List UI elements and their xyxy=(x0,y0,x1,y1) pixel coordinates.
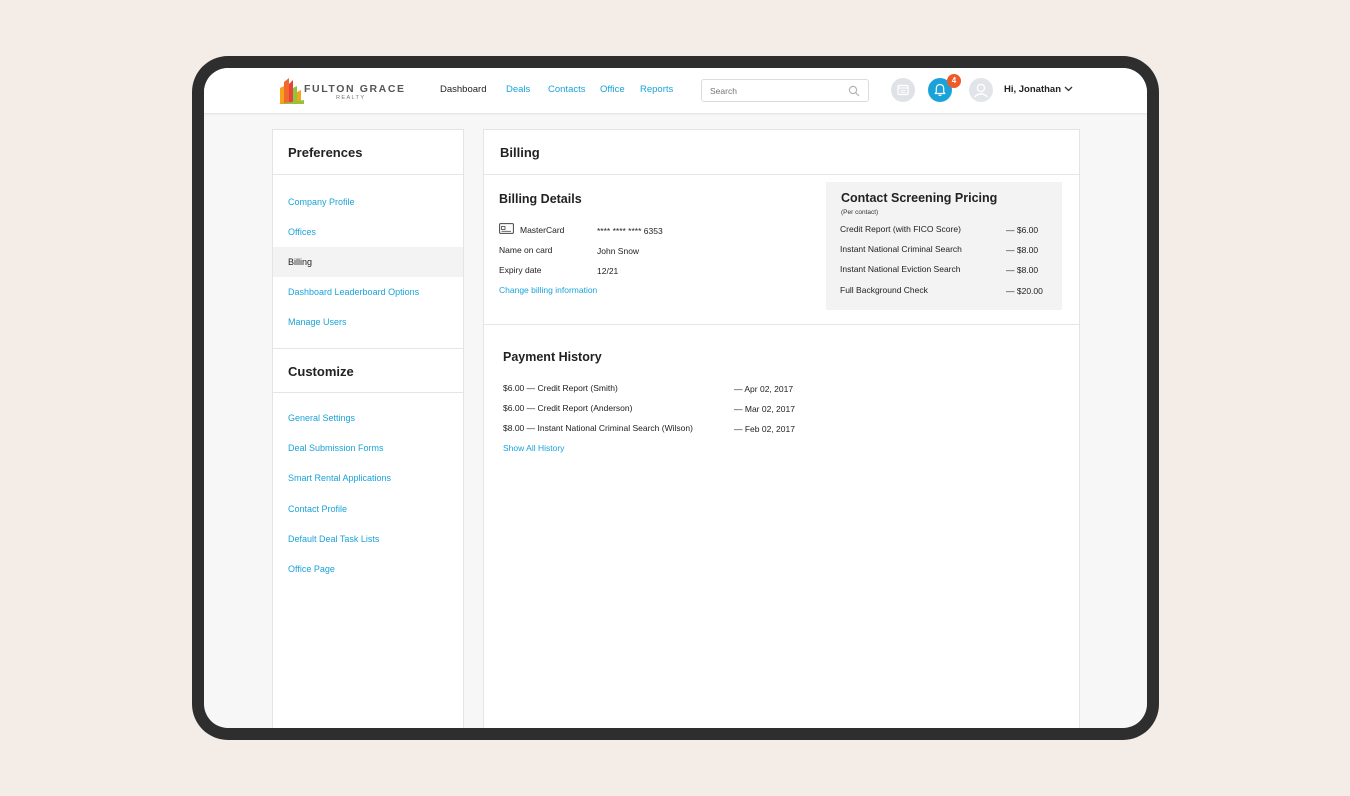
customize-title: Customize xyxy=(288,364,354,379)
change-billing-link[interactable]: Change billing information xyxy=(499,285,597,295)
payment-history-date: — Feb 02, 2017 xyxy=(734,424,795,434)
pricing-item-price: — $20.00 xyxy=(1006,286,1043,296)
divider xyxy=(273,348,463,349)
calendar-icon xyxy=(897,84,909,96)
chevron-down-icon[interactable] xyxy=(1064,86,1073,92)
sidebar-item-smart-rental-applications[interactable]: Smart Rental Applications xyxy=(273,463,463,493)
tablet-frame: FULTON GRACE REALTY Dashboard Deals Cont… xyxy=(192,56,1159,740)
preferences-title: Preferences xyxy=(288,145,363,160)
divider xyxy=(273,174,463,175)
card-number: **** **** **** 6353 xyxy=(597,226,663,236)
payment-history-item: $8.00 — Instant National Criminal Search… xyxy=(503,423,693,433)
app-screen: FULTON GRACE REALTY Dashboard Deals Cont… xyxy=(204,68,1147,728)
pricing-item-label: Credit Report (with FICO Score) xyxy=(840,224,961,234)
nav-dashboard[interactable]: Dashboard xyxy=(440,84,486,95)
notification-count-badge: 4 xyxy=(947,74,961,88)
pricing-item-price: — $8.00 xyxy=(1006,265,1039,275)
divider xyxy=(484,174,1079,175)
sidebar-item-company-profile[interactable]: Company Profile xyxy=(273,187,463,217)
name-on-card-label: Name on card xyxy=(499,245,553,255)
sidebar-item-general-settings[interactable]: General Settings xyxy=(273,403,463,433)
nav-deals[interactable]: Deals xyxy=(506,84,530,95)
expiry-date-value: 12/21 xyxy=(597,266,619,276)
name-on-card-value: John Snow xyxy=(597,246,640,256)
card-type: MasterCard xyxy=(520,225,565,235)
building-logo-icon xyxy=(278,78,304,104)
settings-sidebar: Preferences Company Profile Offices Bill… xyxy=(272,129,464,728)
pricing-item-price: — $8.00 xyxy=(1006,245,1039,255)
sidebar-item-deal-submission-forms[interactable]: Deal Submission Forms xyxy=(273,433,463,463)
divider xyxy=(273,392,463,393)
sidebar-item-dashboard-leaderboard[interactable]: Dashboard Leaderboard Options xyxy=(273,277,463,307)
billing-panel: Billing Billing Details MasterCard **** … xyxy=(483,129,1080,728)
payment-history-item: $6.00 — Credit Report (Anderson) xyxy=(503,403,633,413)
sidebar-item-default-deal-task-lists[interactable]: Default Deal Task Lists xyxy=(273,524,463,554)
payment-history-date: — Mar 02, 2017 xyxy=(734,404,795,414)
pricing-item-label: Instant National Criminal Search xyxy=(840,244,962,254)
search-box xyxy=(701,79,869,102)
payment-history-title: Payment History xyxy=(503,350,602,364)
brand-name: FULTON GRACE xyxy=(304,83,406,95)
billing-details-title: Billing Details xyxy=(499,192,582,206)
user-greeting[interactable]: Hi, Jonathan xyxy=(1004,84,1061,95)
search-icon[interactable] xyxy=(848,85,860,97)
calendar-button[interactable] xyxy=(891,78,915,102)
payment-history-date: — Apr 02, 2017 xyxy=(734,384,794,394)
pricing-title: Contact Screening Pricing xyxy=(841,191,998,205)
nav-office[interactable]: Office xyxy=(600,84,625,95)
pricing-item-label: Full Background Check xyxy=(840,285,928,295)
brand-logo[interactable]: FULTON GRACE REALTY xyxy=(278,74,408,108)
brand-subname: REALTY xyxy=(336,95,366,101)
pricing-item-price: — $6.00 xyxy=(1006,225,1039,235)
show-all-history-link[interactable]: Show All History xyxy=(503,443,564,453)
sidebar-item-office-page[interactable]: Office Page xyxy=(273,554,463,584)
avatar[interactable] xyxy=(969,78,993,102)
credit-card-icon xyxy=(499,223,514,234)
sidebar-item-offices[interactable]: Offices xyxy=(273,217,463,247)
expiry-date-label: Expiry date xyxy=(499,265,542,275)
search-input[interactable] xyxy=(710,84,840,98)
sidebar-item-contact-profile[interactable]: Contact Profile xyxy=(273,494,463,524)
top-navigation-bar: FULTON GRACE REALTY Dashboard Deals Cont… xyxy=(204,68,1147,114)
contact-screening-pricing: Contact Screening Pricing (Per contact) … xyxy=(826,182,1062,310)
sidebar-item-manage-users[interactable]: Manage Users xyxy=(273,307,463,337)
pricing-item-label: Instant National Eviction Search xyxy=(840,264,961,274)
user-icon xyxy=(974,83,988,98)
nav-reports[interactable]: Reports xyxy=(640,84,673,95)
page-title: Billing xyxy=(500,145,540,160)
nav-contacts[interactable]: Contacts xyxy=(548,84,586,95)
payment-history-item: $6.00 — Credit Report (Smith) xyxy=(503,383,618,393)
pricing-subtitle: (Per contact) xyxy=(841,209,879,216)
divider xyxy=(484,324,1079,325)
sidebar-item-billing[interactable]: Billing xyxy=(273,247,463,277)
